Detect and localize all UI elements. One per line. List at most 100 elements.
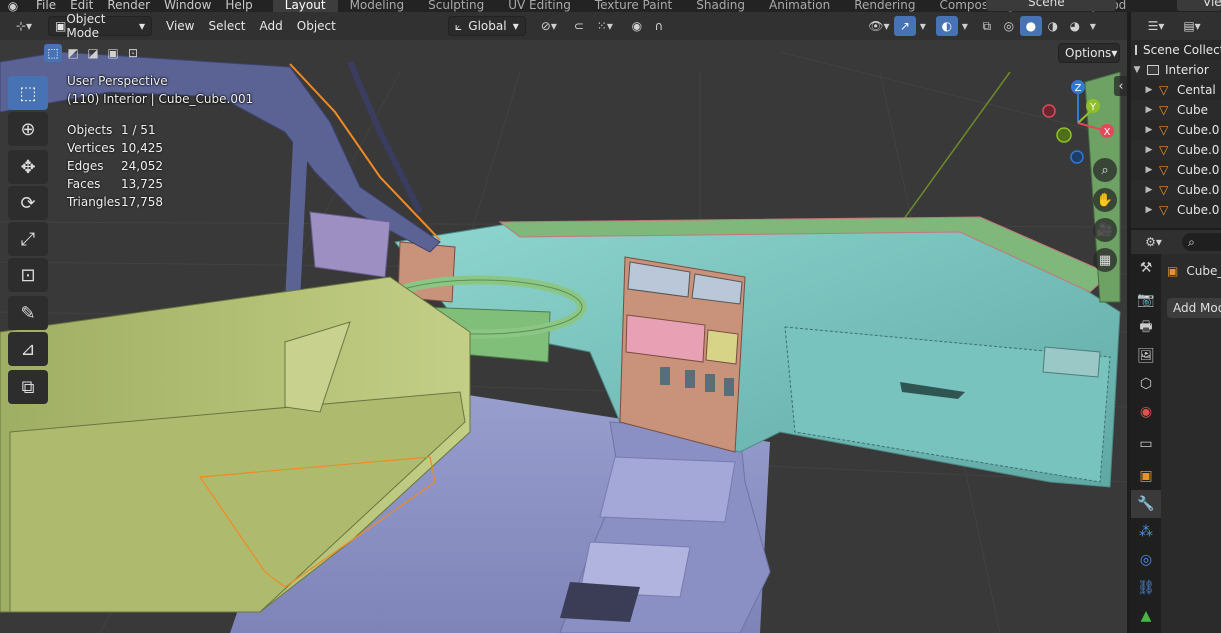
expand-right-icon[interactable]: ▶ [1143, 185, 1155, 195]
mode-dropdown[interactable]: ▣ Object Mode ▾ [48, 12, 152, 40]
tab-output[interactable]: 🖶 [1131, 314, 1161, 342]
cursor-tool[interactable]: ⊕ [8, 112, 48, 146]
transform-orientation-dropdown[interactable]: ⟀ Global ▾ [447, 16, 526, 36]
expand-right-icon[interactable]: ▶ [1143, 165, 1155, 175]
menu-help[interactable]: Help [225, 0, 252, 12]
object-name[interactable]: Cube_ [1186, 264, 1221, 278]
snap-target-icon[interactable]: ⁙▾ [590, 16, 620, 36]
add-cube-tool[interactable]: ⧉ [8, 370, 48, 404]
tab-modifiers[interactable]: 🔧 [1131, 490, 1161, 518]
select-intersect-icon[interactable]: ⊡ [124, 44, 142, 62]
tab-rendering[interactable]: Rendering [842, 0, 927, 12]
dash-vent-right [1042, 346, 1101, 378]
select-extend-icon[interactable]: ◩ [64, 44, 82, 62]
menu-file[interactable]: File [36, 0, 56, 12]
tab-layout[interactable]: Layout [272, 0, 338, 12]
rendered-shading-icon[interactable]: ◕ [1064, 16, 1086, 36]
tab-particles[interactable]: ⁂ [1131, 518, 1161, 546]
xray-icon[interactable]: ⧉ [976, 16, 998, 36]
outliner-collection-interior[interactable]: ▼ Interior [1131, 60, 1221, 80]
expand-right-icon[interactable]: ▶ [1143, 125, 1155, 135]
3d-viewport[interactable]: ⊹▾ ▣ Object Mode ▾ View Select Add Objec… [0, 12, 1127, 633]
tab-collection[interactable]: ▭ [1131, 430, 1161, 458]
neg-y-axis-handle[interactable] [1056, 127, 1072, 143]
tab-object[interactable]: ▣ [1131, 462, 1161, 490]
overlay-toggle-icon[interactable]: ◐ [935, 16, 958, 36]
select-box-tool[interactable]: ⬚ [8, 76, 48, 110]
outliner-item[interactable]: ▶ ▽ Cube.0 [1131, 140, 1221, 160]
expand-right-icon[interactable]: ▶ [1143, 145, 1155, 155]
chevron-down-icon[interactable]: ▾ [1086, 16, 1100, 36]
perspective-toggle-icon[interactable]: ▦ [1093, 248, 1117, 272]
select-invert-icon[interactable]: ▣ [104, 44, 122, 62]
zoom-icon[interactable]: ⌕ [1093, 158, 1117, 182]
display-mode-icon[interactable]: ▤▾ [1177, 16, 1207, 36]
menu-object[interactable]: Object [297, 19, 336, 33]
menu-select[interactable]: Select [208, 19, 245, 33]
tab-modeling[interactable]: Modeling [338, 0, 417, 12]
tab-data[interactable]: ▲ [1131, 602, 1161, 630]
tab-uv-editing[interactable]: UV Editing [496, 0, 583, 12]
falloff-icon[interactable]: ∩ [648, 16, 670, 36]
outliner-item[interactable]: ▶ ▽ Cube.0 [1131, 200, 1221, 220]
camera-view-icon[interactable]: 🎥 [1093, 218, 1117, 242]
menu-window[interactable]: Window [164, 0, 211, 12]
tab-animation[interactable]: Animation [757, 0, 842, 12]
neg-z-axis-handle[interactable] [1070, 150, 1084, 164]
tab-texture-paint[interactable]: Texture Paint [583, 0, 684, 12]
pan-hand-icon[interactable]: ✋ [1093, 188, 1117, 212]
select-subtract-icon[interactable]: ◪ [84, 44, 102, 62]
wireframe-shading-icon[interactable]: ◎ [998, 16, 1020, 36]
move-tool[interactable]: ✥ [8, 150, 48, 184]
editor-type-icon[interactable]: ⊹▾ [8, 16, 40, 36]
tab-shading[interactable]: Shading [684, 0, 757, 12]
tab-render[interactable]: 📷 [1131, 286, 1161, 314]
add-modifier-button[interactable]: Add Modi [1167, 298, 1221, 318]
outliner-item[interactable]: ▶ ▽ Cube.0 [1131, 180, 1221, 200]
editor-type-icon[interactable]: ⚙▾ [1139, 232, 1168, 252]
chevron-down-icon[interactable]: ▾ [916, 16, 930, 36]
expand-right-icon[interactable]: ▶ [1143, 105, 1155, 115]
tab-scene[interactable]: ⬡ [1131, 370, 1161, 398]
chevron-down-icon[interactable]: ▾ [958, 16, 972, 36]
expand-right-icon[interactable]: ▶ [1143, 205, 1155, 215]
view-layer-selector[interactable]: Vie [1177, 0, 1221, 11]
gizmo-toggle-icon[interactable]: ↗ [893, 16, 916, 36]
menu-view[interactable]: View [166, 19, 194, 33]
rotate-tool[interactable]: ⟳ [8, 186, 48, 220]
expand-right-icon[interactable]: ▶ [1143, 85, 1155, 95]
outliner-scene-collection[interactable]: Scene Collection [1131, 40, 1221, 60]
transform-tool[interactable]: ⊡ [8, 258, 48, 292]
outliner-item[interactable]: ▶ ▽ Cube.0 [1131, 160, 1221, 180]
tab-physics[interactable]: ◎ [1131, 546, 1161, 574]
properties-search-field[interactable]: ⌕ [1182, 233, 1221, 251]
neg-x-axis-handle[interactable] [1042, 104, 1056, 118]
visibility-icon[interactable]: 👁▾ [864, 16, 894, 36]
outliner-item[interactable]: ▶ ▽ Cube.0 [1131, 120, 1221, 140]
menu-render[interactable]: Render [107, 0, 150, 12]
scene-selector[interactable]: Scene [986, 0, 1116, 11]
blender-logo-icon[interactable]: ◉ [0, 0, 26, 12]
annotate-tool[interactable]: ✎ [8, 296, 48, 330]
menu-edit[interactable]: Edit [70, 0, 93, 12]
sidebar-toggle-icon[interactable]: ‹ [1114, 76, 1127, 96]
measure-tool[interactable]: ⊿ [8, 332, 48, 366]
tab-constraints[interactable]: ⛓ [1131, 574, 1161, 602]
proportional-edit-icon[interactable]: ◉ [626, 16, 648, 36]
tab-world[interactable]: ◉ [1131, 398, 1161, 426]
tab-sculpting[interactable]: Sculpting [416, 0, 496, 12]
options-dropdown[interactable]: Options ▾ [1058, 43, 1120, 63]
outliner-item[interactable]: ▶ ▽ Cental [1131, 80, 1221, 100]
material-shading-icon[interactable]: ◑ [1042, 16, 1064, 36]
snap-icon[interactable]: ⊂ [568, 16, 590, 36]
select-new-icon[interactable]: ⬚ [44, 44, 62, 62]
scale-tool[interactable]: ⤢ [8, 222, 48, 256]
tab-view-layer[interactable]: 🖼 [1131, 342, 1161, 370]
menu-add[interactable]: Add [260, 19, 283, 33]
solid-shading-icon[interactable]: ● [1019, 16, 1042, 36]
outliner-item[interactable]: ▶ ▽ Cube [1131, 100, 1221, 120]
pivot-icon[interactable]: ⊘▾ [534, 16, 564, 36]
editor-type-icon[interactable]: ☰▾ [1141, 16, 1171, 36]
expand-down-icon[interactable]: ▼ [1131, 65, 1143, 75]
tab-tool[interactable]: ⚒ [1131, 254, 1161, 282]
